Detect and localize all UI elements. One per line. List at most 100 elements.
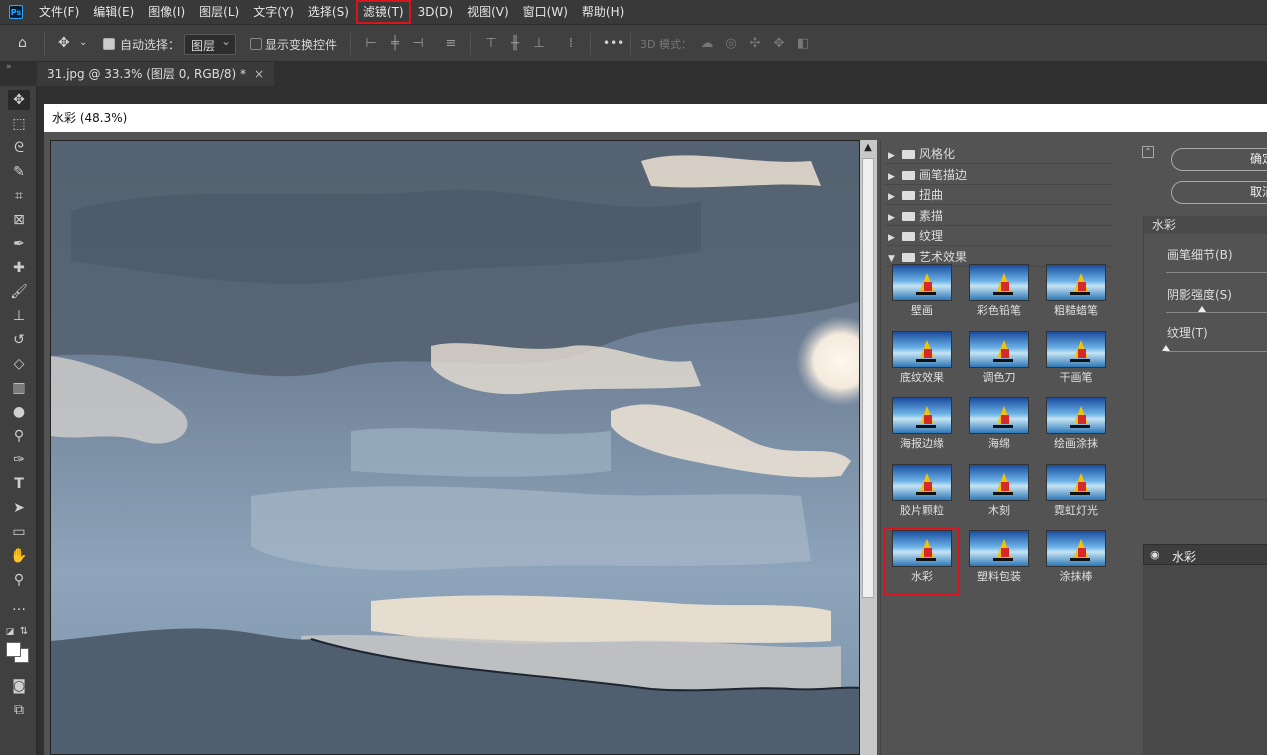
filter-thumbnail[interactable]: 粗糙蜡笔: [1041, 264, 1111, 326]
filter-thumbnail[interactable]: 海报边缘: [887, 397, 957, 459]
brush-detail-slider[interactable]: [1166, 272, 1267, 273]
filter-thumbnail[interactable]: 底纹效果: [887, 330, 957, 393]
filter-category-4[interactable]: ▶ 纹理: [885, 226, 1113, 246]
gradient-tool-icon[interactable]: ▥: [8, 378, 30, 398]
menu-item-3[interactable]: 图层(L): [193, 1, 245, 23]
effect-layer-row[interactable]: ◉ 水彩: [1143, 544, 1267, 565]
filter-category-2[interactable]: ▶ 扭曲: [885, 185, 1113, 205]
slide-3d-icon[interactable]: ✥: [772, 37, 786, 51]
healing-brush-tool-icon[interactable]: ✚: [8, 258, 30, 278]
filter-thumbnail[interactable]: 胶片颗粒: [887, 463, 957, 526]
preview-scrollbar[interactable]: ▲: [860, 140, 877, 755]
align-left-icon[interactable]: ⊢: [364, 37, 378, 51]
collapse-panels-icon[interactable]: »: [6, 62, 12, 72]
menu-item-6[interactable]: 滤镜(T): [355, 0, 411, 24]
camera-3d-icon[interactable]: ◧: [796, 37, 810, 51]
texture-slider[interactable]: [1166, 351, 1267, 352]
filter-thumbnail[interactable]: 海绵: [964, 397, 1034, 459]
move-tool-icon[interactable]: ✥: [58, 35, 70, 51]
eyedropper-tool-icon[interactable]: ✒: [8, 234, 30, 254]
dodge-tool-icon[interactable]: ⚲: [8, 426, 30, 446]
menu-item-10[interactable]: 帮助(H): [576, 1, 630, 23]
filter-thumbnail[interactable]: 干画笔: [1041, 330, 1111, 393]
menu-item-4[interactable]: 文字(Y): [247, 1, 300, 23]
scroll-up-icon[interactable]: ▲: [862, 142, 874, 154]
expand-right-icon[interactable]: ▶: [888, 228, 898, 248]
filter-thumbnail[interactable]: 壁画: [887, 264, 957, 326]
type-tool-icon[interactable]: T: [8, 474, 30, 494]
show-transform-checkbox[interactable]: [250, 38, 262, 50]
align-bottom-icon[interactable]: ⊥: [532, 37, 546, 51]
crop-tool-icon[interactable]: ⌗: [8, 186, 30, 206]
menu-item-8[interactable]: 视图(V): [461, 1, 515, 23]
preview-canvas[interactable]: [50, 140, 860, 755]
quick-mask-icon[interactable]: ◙: [8, 676, 30, 696]
auto-select-checkbox[interactable]: [103, 38, 115, 50]
chevron-down-icon[interactable]: ⌄: [79, 37, 87, 48]
roll-3d-icon[interactable]: ◎: [724, 37, 738, 51]
document-tab[interactable]: 31.jpg @ 33.3% (图层 0, RGB/8) * ×: [37, 62, 275, 86]
filter-thumbnail[interactable]: 彩色铅笔: [964, 264, 1034, 326]
texture-handle[interactable]: [1162, 345, 1170, 351]
shadow-intensity-slider[interactable]: [1166, 312, 1267, 313]
more-tools-icon[interactable]: …: [8, 596, 30, 616]
auto-select-dropdown[interactable]: 图层: [184, 34, 236, 55]
default-colors-icon[interactable]: ◪: [4, 622, 16, 642]
distribute-vertical-icon[interactable]: ⁞: [564, 37, 578, 51]
frame-tool-icon[interactable]: ⊠: [8, 210, 30, 230]
foreground-color-swatch[interactable]: [6, 642, 21, 657]
menu-item-9[interactable]: 窗口(W): [517, 1, 574, 23]
eye-icon[interactable]: ◉: [1150, 548, 1160, 561]
more-options-icon[interactable]: •••: [603, 36, 624, 50]
pen-tool-icon[interactable]: ✑: [8, 450, 30, 470]
rectangle-tool-icon[interactable]: ▭: [8, 522, 30, 542]
filter-category-3[interactable]: ▶ 素描: [885, 206, 1113, 226]
screen-mode-icon[interactable]: ⧉: [8, 700, 30, 720]
align-vcenter-icon[interactable]: ╫: [508, 37, 522, 51]
align-top-icon[interactable]: ⊤: [484, 37, 498, 51]
menu-item-0[interactable]: 文件(F): [33, 1, 85, 23]
expand-right-icon[interactable]: ▶: [888, 187, 898, 207]
menu-item-2[interactable]: 图像(I): [142, 1, 191, 23]
hand-tool-icon[interactable]: ✋: [8, 546, 30, 566]
filter-thumbnail[interactable]: 调色刀: [964, 330, 1034, 393]
eraser-tool-icon[interactable]: ◇: [8, 354, 30, 374]
home-icon[interactable]: ⌂: [18, 35, 27, 51]
filter-thumbnail[interactable]: 绘画涂抹: [1041, 397, 1111, 459]
pan-3d-icon[interactable]: ✣: [748, 37, 762, 51]
scroll-thumb[interactable]: [862, 158, 874, 598]
filter-category-0[interactable]: ▶ 风格化: [885, 144, 1113, 164]
clone-stamp-tool-icon[interactable]: ⊥: [8, 306, 30, 326]
zoom-tool-icon[interactable]: ⚲: [8, 570, 30, 590]
shadow-intensity-handle[interactable]: [1198, 306, 1206, 312]
close-icon[interactable]: ×: [254, 67, 264, 81]
swap-colors-icon[interactable]: ⇅: [18, 622, 30, 642]
menu-item-7[interactable]: 3D(D): [412, 1, 459, 23]
blur-tool-icon[interactable]: ●: [8, 402, 30, 422]
orbit-3d-icon[interactable]: ☁: [700, 37, 714, 51]
move-tool-icon[interactable]: ✥: [8, 90, 30, 110]
align-right-icon[interactable]: ⊣: [411, 37, 425, 51]
brush-tool-icon[interactable]: 🖌: [8, 282, 30, 302]
filter-thumbnail[interactable]: 塑料包装: [964, 530, 1034, 592]
filter-thumbnail[interactable]: 水彩: [884, 527, 960, 595]
path-select-tool-icon[interactable]: ➤: [8, 498, 30, 518]
ok-button[interactable]: 确定: [1171, 148, 1267, 171]
menu-item-1[interactable]: 编辑(E): [87, 1, 140, 23]
distribute-horizontal-icon[interactable]: ≡: [444, 37, 458, 51]
collapse-gallery-icon[interactable]: ⌃: [1142, 146, 1154, 158]
marquee-tool-icon[interactable]: ⬚: [8, 114, 30, 134]
align-hcenter-icon[interactable]: ╪: [388, 37, 402, 51]
history-brush-tool-icon[interactable]: ↺: [8, 330, 30, 350]
lasso-tool-icon[interactable]: ᘓ: [8, 138, 30, 158]
filter-category-1[interactable]: ▶ 画笔描边: [885, 165, 1113, 185]
filter-thumbnail[interactable]: 霓虹灯光: [1041, 463, 1111, 526]
cancel-button[interactable]: 取消: [1171, 181, 1267, 204]
filter-thumbnail[interactable]: 木刻: [964, 463, 1034, 526]
expand-right-icon[interactable]: ▶: [888, 146, 898, 166]
menu-item-5[interactable]: 选择(S): [302, 1, 355, 23]
expand-right-icon[interactable]: ▶: [888, 208, 898, 228]
expand-right-icon[interactable]: ▶: [888, 167, 898, 187]
quick-select-tool-icon[interactable]: ✎: [8, 162, 30, 182]
filter-thumbnail[interactable]: 涂抹棒: [1041, 530, 1111, 592]
